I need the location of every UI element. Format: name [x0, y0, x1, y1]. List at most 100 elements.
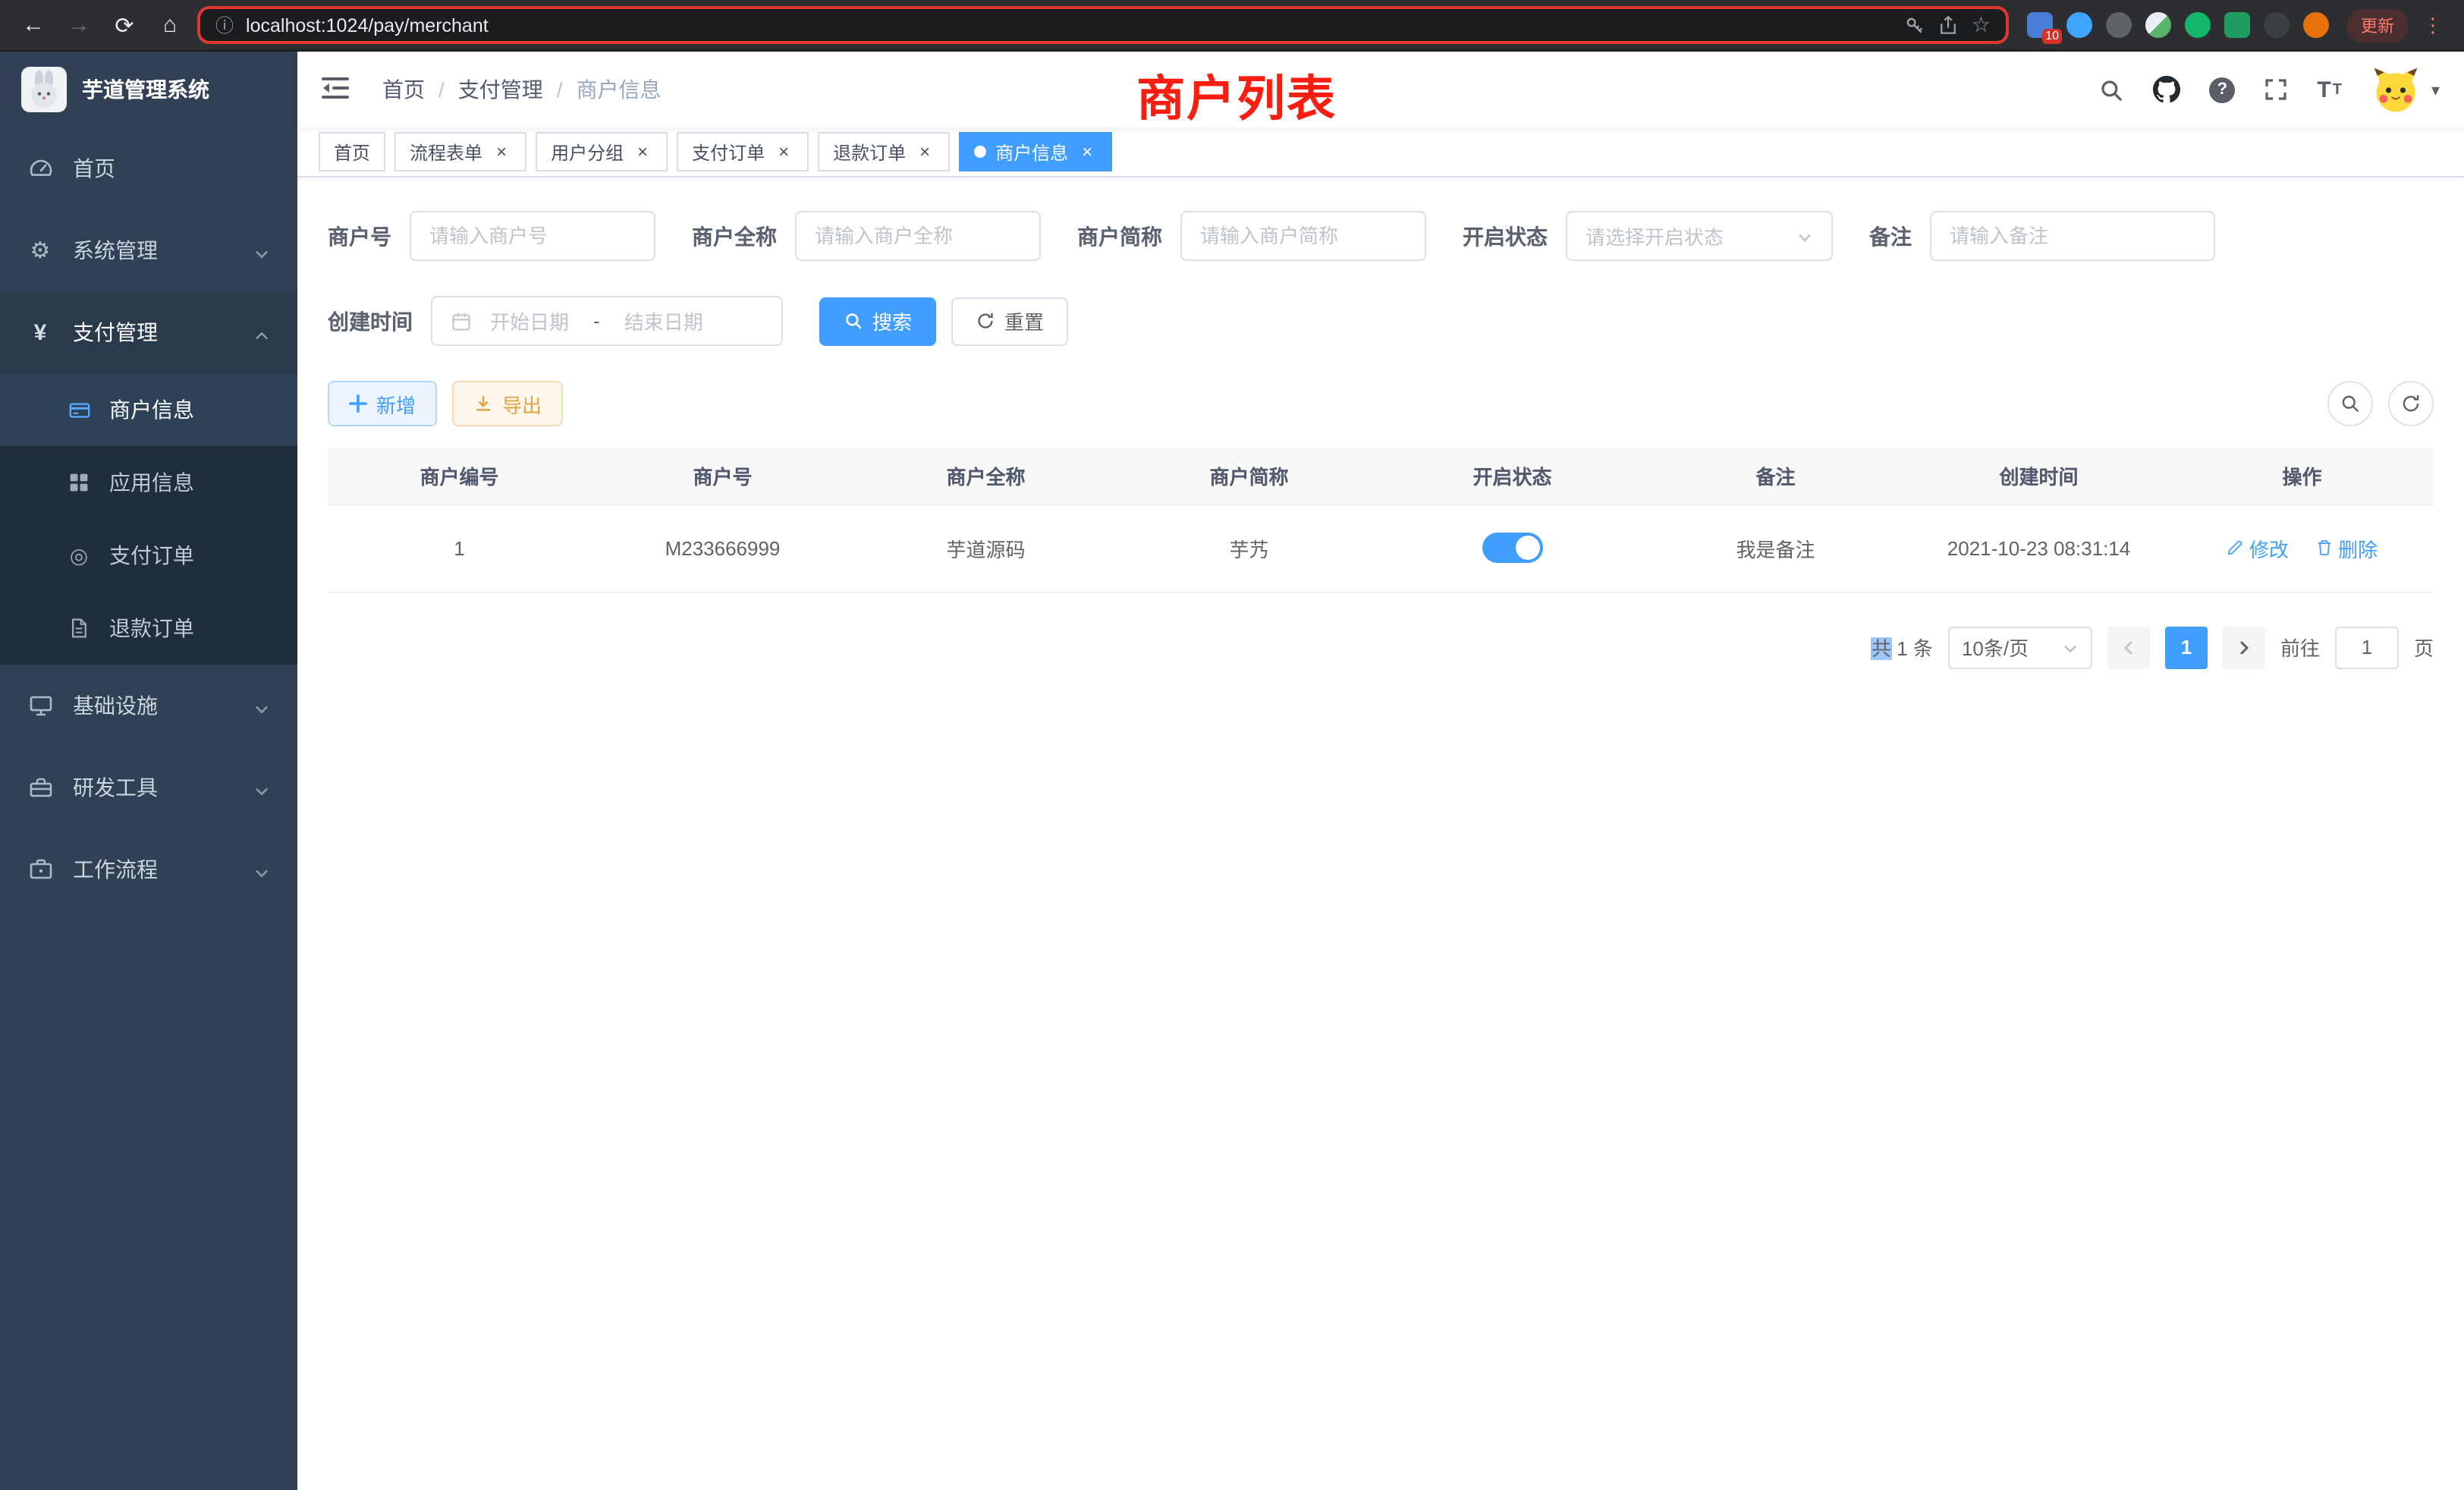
ext-icon-4[interactable] — [2145, 12, 2171, 38]
sidebar-item-system[interactable]: ⚙ 系统管理 — [0, 209, 297, 291]
refresh-table-button[interactable] — [2388, 381, 2434, 426]
url-text[interactable]: localhost:1024/pay/merchant — [246, 14, 1893, 36]
ext-icon-2[interactable] — [2066, 12, 2092, 38]
add-button[interactable]: 新增 — [328, 381, 437, 426]
record-icon: ◎ — [67, 542, 91, 568]
cell-full-name: 芋道源码 — [854, 504, 1117, 592]
close-icon[interactable]: × — [633, 142, 652, 162]
reload-icon[interactable]: ⟳ — [106, 7, 143, 43]
calendar-icon — [451, 310, 472, 332]
fullscreen-icon[interactable] — [2264, 77, 2288, 102]
ext-icon-8[interactable] — [2303, 12, 2329, 38]
url-bar[interactable]: ⓘ localhost:1024/pay/merchant ☆ — [197, 6, 2009, 44]
goto-page-input[interactable] — [2335, 626, 2399, 668]
col-full-name: 商户全称 — [854, 448, 1117, 504]
col-status: 开启状态 — [1381, 448, 1644, 504]
sidebar-item-pay-orders[interactable]: ◎ 支付订单 — [0, 519, 297, 592]
col-short-name: 商户简称 — [1117, 448, 1381, 504]
sidebar: 芋道管理系统 首页 ⚙ 系统管理 ¥ 支付管理 商户信息 — [0, 52, 297, 1490]
ext-icon-3[interactable] — [2106, 12, 2132, 38]
status-select[interactable]: 请选择开启状态 — [1566, 211, 1833, 261]
start-date-placeholder[interactable]: 开始日期 — [490, 306, 569, 335]
avatar — [2371, 64, 2422, 115]
export-button[interactable]: 导出 — [452, 381, 563, 426]
extensions-area: 10 — [2018, 12, 2338, 38]
filter-remark: 备注 — [1869, 211, 2215, 261]
page-number-1[interactable]: 1 — [2165, 626, 2208, 668]
edit-link[interactable]: 修改 — [2227, 533, 2289, 562]
tab-home[interactable]: 首页 — [319, 132, 385, 171]
hamburger-icon[interactable] — [322, 76, 355, 103]
close-icon[interactable]: × — [1077, 142, 1097, 162]
ext-icon-6[interactable] — [2224, 12, 2250, 38]
tab-label: 首页 — [334, 139, 370, 165]
forward-icon[interactable]: → — [61, 7, 97, 43]
ext-icon-7[interactable] — [2264, 12, 2290, 38]
sidebar-item-home[interactable]: 首页 — [0, 127, 297, 209]
search-icon — [2340, 393, 2361, 414]
breadcrumb-home[interactable]: 首页 — [382, 74, 425, 105]
close-icon[interactable]: × — [774, 142, 794, 162]
home-icon[interactable]: ⌂ — [152, 7, 188, 43]
bookmark-star-icon[interactable]: ☆ — [1972, 12, 1991, 38]
user-menu[interactable]: ▾ — [2371, 64, 2440, 115]
browser-update-button[interactable]: 更新 — [2347, 8, 2408, 42]
col-remark: 备注 — [1644, 448, 1907, 504]
sidebar-logo[interactable]: 芋道管理系统 — [0, 52, 297, 127]
share-icon[interactable] — [1938, 14, 1960, 36]
tab-merchant-info[interactable]: 商户信息× — [959, 132, 1112, 171]
delete-link[interactable]: 删除 — [2315, 533, 2378, 562]
search-button[interactable]: 搜索 — [819, 297, 936, 345]
ext-icon-1[interactable]: 10 — [2027, 12, 2053, 38]
github-icon[interactable] — [2153, 76, 2180, 103]
page-size-select[interactable]: 10条/页 — [1948, 626, 2092, 668]
ext-icon-5[interactable] — [2185, 12, 2211, 38]
sidebar-item-app-info[interactable]: 应用信息 — [0, 446, 297, 519]
sidebar-item-refund-orders[interactable]: 退款订单 — [0, 592, 297, 665]
breadcrumb-separator: / — [438, 77, 445, 102]
toggle-search-button[interactable] — [2327, 381, 2373, 426]
end-date-placeholder[interactable]: 结束日期 — [624, 306, 703, 335]
sidebar-item-label: 商户信息 — [109, 395, 194, 425]
breadcrumb-payment[interactable]: 支付管理 — [458, 74, 543, 105]
tab-user-group[interactable]: 用户分组× — [536, 132, 668, 171]
filter-create-time: 创建时间 开始日期 - 结束日期 — [328, 296, 783, 346]
help-icon[interactable] — [2209, 77, 2235, 102]
next-page-button[interactable] — [2223, 626, 2265, 668]
short-name-input[interactable] — [1180, 211, 1426, 261]
delete-label: 删除 — [2338, 533, 2378, 562]
sidebar-item-dev-tools[interactable]: 研发工具 — [0, 747, 297, 828]
create-time-range-picker[interactable]: 开始日期 - 结束日期 — [431, 296, 783, 346]
cell-create-time: 2021-10-23 08:31:14 — [1907, 504, 2170, 592]
password-key-icon[interactable] — [1905, 14, 1926, 36]
table-toolbar: 新增 导出 — [328, 381, 2434, 426]
search-icon[interactable] — [2098, 77, 2124, 102]
prev-page-button[interactable] — [2107, 626, 2150, 668]
tab-pay-orders[interactable]: 支付订单 × — [677, 132, 809, 171]
close-icon[interactable]: × — [915, 142, 935, 162]
tab-refund-orders[interactable]: 退款订单 × — [818, 132, 950, 171]
back-icon[interactable]: ← — [15, 7, 52, 43]
tab-process-form[interactable]: 流程表单× — [394, 132, 526, 171]
pencil-icon — [2227, 539, 2245, 557]
filter-label: 开启状态 — [1463, 221, 1548, 251]
browser-menu-icon[interactable]: ⋮ — [2417, 13, 2449, 37]
merchant-no-input[interactable] — [410, 211, 655, 261]
sidebar-item-payment[interactable]: ¥ 支付管理 — [0, 291, 297, 373]
page-info-icon[interactable]: ⓘ — [215, 12, 234, 38]
sidebar-item-infrastructure[interactable]: 基础设施 — [0, 665, 297, 747]
status-toggle[interactable] — [1482, 533, 1543, 563]
full-name-input[interactable] — [795, 211, 1041, 261]
sidebar-item-workflow[interactable]: 工作流程 — [0, 828, 297, 910]
remark-input[interactable] — [1930, 211, 2215, 261]
reset-button[interactable]: 重置 — [951, 297, 1068, 345]
caret-down-icon: ▾ — [2431, 80, 2440, 99]
close-icon[interactable]: × — [492, 142, 511, 162]
font-size-icon[interactable] — [2317, 77, 2342, 102]
filter-merchant-no: 商户号 — [328, 211, 655, 261]
download-icon — [473, 394, 493, 413]
tab-label: 退款订单 — [833, 139, 906, 165]
tab-label: 支付订单 — [692, 139, 765, 165]
filter-row-2: 创建时间 开始日期 - 结束日期 搜索 重置 — [328, 296, 2434, 346]
sidebar-item-merchant-info[interactable]: 商户信息 — [0, 373, 297, 446]
